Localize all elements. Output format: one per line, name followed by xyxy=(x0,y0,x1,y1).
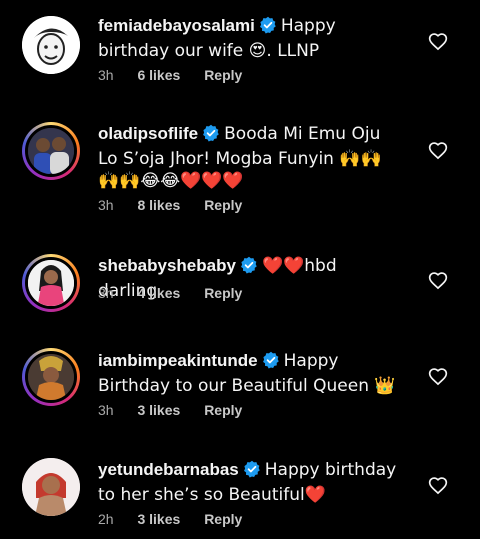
verified-badge-icon xyxy=(243,460,261,484)
comment-meta: 3h 4 likes Reply xyxy=(98,285,262,301)
comment-username[interactable]: femiadebayosalami xyxy=(98,16,255,35)
heart-outline-icon[interactable] xyxy=(428,32,448,52)
comment-text: femiadebayosalami Happy birthday our wif… xyxy=(98,15,398,62)
comment-meta: 3h 8 likes Reply xyxy=(98,197,262,213)
likes-count[interactable]: 8 likes xyxy=(137,197,180,213)
avatar[interactable] xyxy=(22,458,80,516)
verified-badge-icon xyxy=(259,16,277,40)
heart-outline-icon[interactable] xyxy=(428,271,448,291)
comment-meta: 3h 6 likes Reply xyxy=(98,67,262,83)
comment-meta: 2h 3 likes Reply xyxy=(98,511,262,527)
likes-count[interactable]: 3 likes xyxy=(137,402,180,418)
verified-badge-icon xyxy=(202,124,220,148)
comment-username[interactable]: iambimpeakintunde xyxy=(98,351,258,370)
verified-badge-icon xyxy=(262,351,280,375)
comment-username[interactable]: oladipsoflife xyxy=(98,124,198,143)
verified-badge-icon xyxy=(240,256,258,280)
reply-button[interactable]: Reply xyxy=(204,197,242,213)
avatar[interactable] xyxy=(22,348,80,406)
avatar[interactable] xyxy=(22,16,80,74)
comment-text: iambimpeakintunde Happy Birthday to our … xyxy=(98,350,398,397)
comment-time: 3h xyxy=(98,402,114,418)
comment-text: yetundebarnabas Happy birthday to her sh… xyxy=(98,459,398,506)
comment-time: 2h xyxy=(98,511,114,527)
reply-button[interactable]: Reply xyxy=(204,67,242,83)
comment-text: oladipsoflife Booda Mi Emu Oju Lo S’oja … xyxy=(98,123,398,192)
comment-meta: 3h 3 likes Reply xyxy=(98,402,262,418)
comment-username[interactable]: shebabyshebaby xyxy=(98,256,236,275)
heart-outline-icon[interactable] xyxy=(428,367,448,387)
reply-button[interactable]: Reply xyxy=(204,402,242,418)
comment-time: 3h xyxy=(98,197,114,213)
likes-count[interactable]: 3 likes xyxy=(137,511,180,527)
reply-button[interactable]: Reply xyxy=(204,285,242,301)
likes-count[interactable]: 6 likes xyxy=(137,67,180,83)
comment-time: 3h xyxy=(98,67,114,83)
heart-outline-icon[interactable] xyxy=(428,141,448,161)
comment-username[interactable]: yetundebarnabas xyxy=(98,460,239,479)
reply-button[interactable]: Reply xyxy=(204,511,242,527)
avatar[interactable] xyxy=(22,254,80,312)
likes-count[interactable]: 4 likes xyxy=(137,285,180,301)
heart-outline-icon[interactable] xyxy=(428,476,448,496)
avatar[interactable] xyxy=(22,122,80,180)
comment-time: 3h xyxy=(98,285,114,301)
